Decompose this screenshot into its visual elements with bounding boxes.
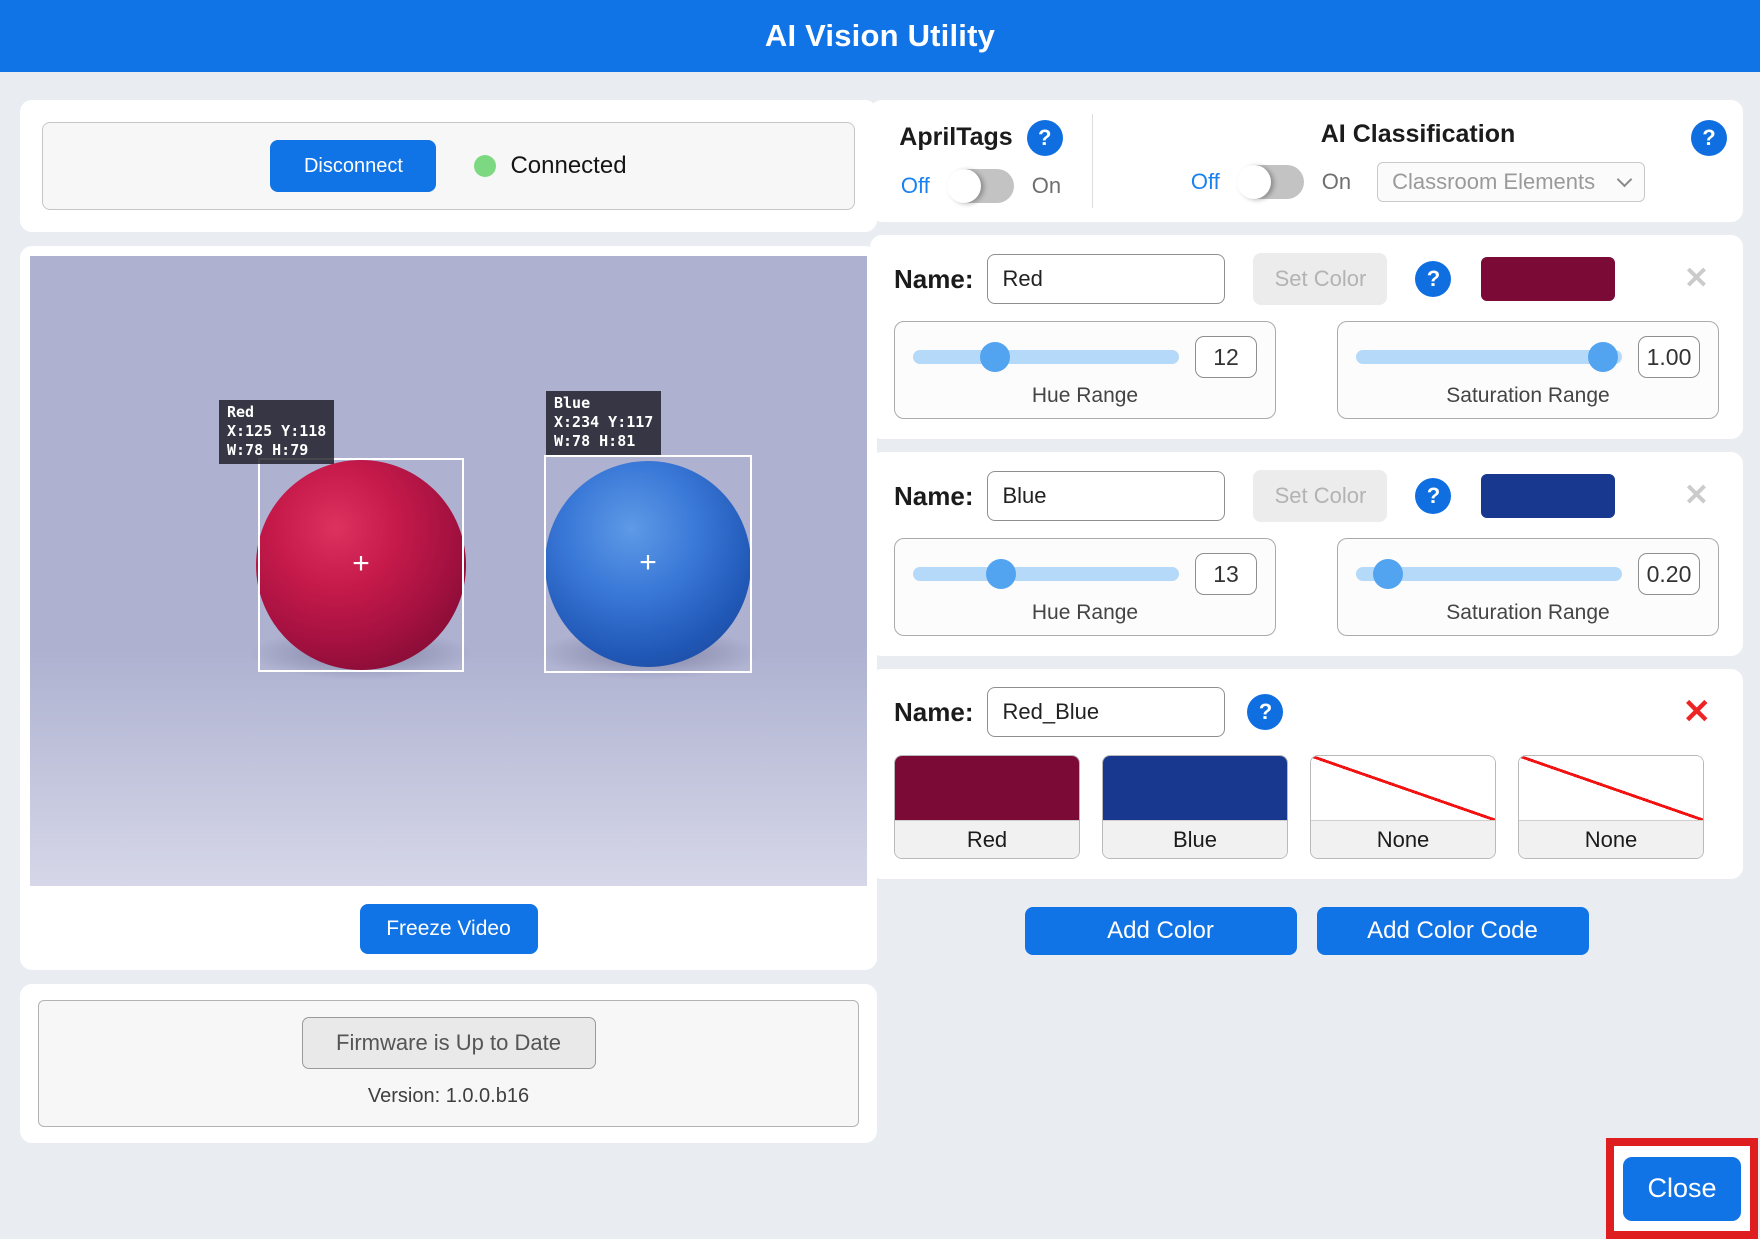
color-name-input-blue[interactable] [987,471,1225,521]
hue-value-input-red[interactable] [1195,336,1257,378]
apriltags-panel: AprilTags ? Off On [870,112,1092,210]
saturation-slider-knob-blue[interactable] [1373,559,1403,589]
code-slot-none-1-swatch [1311,756,1495,820]
connection-card: Disconnect Connected [20,100,877,232]
red-bounding-box: + [258,458,464,672]
freeze-video-button[interactable]: Freeze Video [360,904,538,954]
classification-model-dropdown[interactable]: Classroom Elements [1377,162,1645,202]
blue-bounding-box: + [544,455,752,673]
code-slot-red[interactable]: Red [894,755,1080,859]
code-slot-blue-label: Blue [1103,820,1287,858]
code-slot-none-2-label: None [1519,820,1703,858]
color-code-card: Name: ? ✕ Red Blue None None [870,669,1743,879]
color-help-icon-blue[interactable]: ? [1415,478,1451,514]
saturation-slider-knob-red[interactable] [1588,342,1618,372]
title-bar: AI Vision Utility [0,0,1760,72]
set-color-button-blue[interactable]: Set Color [1253,470,1387,522]
color-card-red: Name: Set Color ? ✕ Hue Range [870,235,1743,439]
color-card-blue: Name: Set Color ? ✕ Hue Range [870,452,1743,656]
color-swatch-blue[interactable] [1481,474,1615,518]
apriltags-help-icon[interactable]: ? [1027,120,1063,156]
firmware-update-button[interactable]: Firmware is Up to Date [302,1017,596,1069]
apriltags-on-label: On [1032,173,1061,199]
video-card: + + Red X:125 Y:118 W:78 H:79 Blue X:234… [20,246,877,970]
ai-classification-panel: ? AI Classification Off On Classroom Ele… [1093,112,1743,210]
name-label: Name: [894,697,973,728]
close-highlight-box: Close [1606,1138,1758,1239]
code-slot-none-1-label: None [1311,820,1495,858]
color-code-help-icon[interactable]: ? [1247,694,1283,730]
code-slot-red-label: Red [895,820,1079,858]
apriltags-toggle-knob [947,169,981,203]
color-help-icon-red[interactable]: ? [1415,261,1451,297]
firmware-box: Firmware is Up to Date Version: 1.0.0.b1… [38,1000,859,1127]
disconnect-button[interactable]: Disconnect [270,140,436,192]
close-button[interactable]: Close [1623,1157,1741,1221]
chevron-down-icon [1617,171,1633,187]
apriltags-toggle[interactable] [948,169,1014,203]
hue-slider-blue[interactable] [913,559,1179,589]
ai-classification-off-label: Off [1191,169,1220,195]
set-color-button-red[interactable]: Set Color [1253,253,1387,305]
ai-classification-toggle-knob [1237,165,1271,199]
left-column: Disconnect Connected + + Red X:125 Y:118… [20,100,877,1143]
saturation-range-label: Saturation Range [1356,601,1700,625]
page-title: AI Vision Utility [765,18,995,54]
hue-slider-red[interactable] [913,342,1179,372]
firmware-card: Firmware is Up to Date Version: 1.0.0.b1… [20,984,877,1143]
camera-feed[interactable]: + + Red X:125 Y:118 W:78 H:79 Blue X:234… [30,256,867,886]
saturation-range-label: Saturation Range [1356,384,1700,408]
right-column: AprilTags ? Off On ? AI Classification O… [870,100,1743,955]
name-label: Name: [894,481,973,512]
ai-classification-on-label: On [1322,169,1351,195]
apriltags-title: AprilTags [899,123,1012,152]
saturation-slider-red[interactable] [1356,342,1622,372]
add-color-code-button[interactable]: Add Color Code [1317,907,1589,955]
code-slot-red-swatch [895,756,1079,820]
connection-status-box: Disconnect Connected [42,122,855,210]
code-slot-none-2[interactable]: None [1518,755,1704,859]
firmware-version-label: Version: 1.0.0.b16 [368,1085,529,1108]
connected-dot-icon [474,155,496,177]
red-detection-label: Red X:125 Y:118 W:78 H:79 [219,400,334,464]
saturation-value-input-red[interactable] [1638,336,1700,378]
ai-classification-help-icon[interactable]: ? [1691,120,1727,156]
hue-range-box-red: Hue Range [894,321,1276,419]
code-slot-none-1[interactable]: None [1310,755,1496,859]
remove-color-icon-blue[interactable]: ✕ [1684,481,1709,511]
code-slot-blue[interactable]: Blue [1102,755,1288,859]
classification-model-value: Classroom Elements [1392,169,1595,195]
hue-range-label: Hue Range [913,384,1257,408]
connection-status-label: Connected [510,152,626,180]
ai-classification-title: AI Classification [1321,120,1516,149]
hue-slider-knob-blue[interactable] [986,559,1016,589]
remove-color-icon-red[interactable]: ✕ [1684,264,1709,294]
code-slot-blue-swatch [1103,756,1287,820]
hue-range-box-blue: Hue Range [894,538,1276,636]
apriltags-off-label: Off [901,173,930,199]
saturation-range-box-blue: Saturation Range [1337,538,1719,636]
add-color-button[interactable]: Add Color [1025,907,1297,955]
ai-classification-toggle[interactable] [1238,165,1304,199]
hue-slider-knob-red[interactable] [980,342,1010,372]
saturation-slider-blue[interactable] [1356,559,1622,589]
color-name-input-red[interactable] [987,254,1225,304]
saturation-value-input-blue[interactable] [1638,553,1700,595]
connection-status: Connected [474,152,626,180]
blue-crosshair: + [639,548,657,578]
code-slot-none-2-swatch [1519,756,1703,820]
hue-range-label: Hue Range [913,601,1257,625]
hue-value-input-blue[interactable] [1195,553,1257,595]
red-crosshair: + [352,549,370,579]
color-swatch-red[interactable] [1481,257,1615,301]
remove-color-code-icon[interactable]: ✕ [1683,695,1712,729]
color-code-name-input[interactable] [987,687,1225,737]
saturation-range-box-red: Saturation Range [1337,321,1719,419]
name-label: Name: [894,264,973,295]
detection-modes-card: AprilTags ? Off On ? AI Classification O… [870,100,1743,222]
blue-detection-label: Blue X:234 Y:117 W:78 H:81 [546,391,661,455]
